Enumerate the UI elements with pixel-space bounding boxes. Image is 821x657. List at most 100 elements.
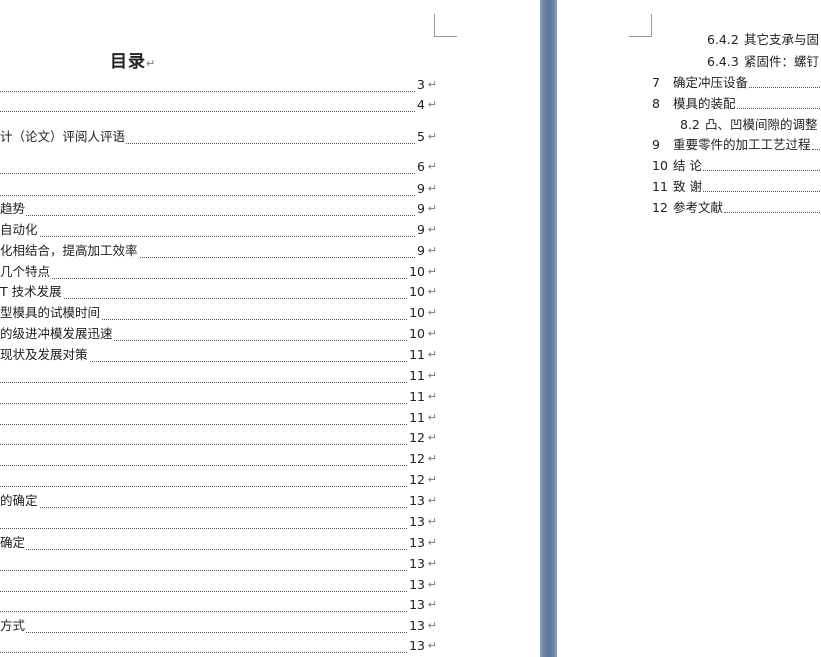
toc-page-number: 13 [408,493,425,508]
dot-leader [749,87,821,88]
toc-page-number: 4 [416,97,425,112]
paragraph-mark-icon: ↵ [427,327,437,340]
toc-page-number: 13 [408,535,425,550]
paragraph-mark-icon: ↵ [427,494,437,507]
paragraph-mark-icon: ↵ [427,202,437,215]
dot-leader [0,382,425,383]
toc-entry[interactable]: 11 ↵ [0,368,437,385]
toc-entry[interactable]: 13 ↵ [0,556,437,573]
toc-entry[interactable]: 型模具的试模时间 10 ↵ [0,305,437,322]
paragraph-mark-icon: ↵ [427,244,437,257]
toc-entry[interactable]: 计（论文）评阅人评语 5 ↵ [0,129,437,146]
paragraph-mark-icon: ↵ [427,390,437,403]
toc-entry[interactable]: 8.2 凸、凹模间隙的调整 [680,117,821,133]
toc-entry[interactable]: 6.4.2 其它支承与固 [707,32,821,48]
toc-entry-label: 参考文献 [673,200,724,215]
toc-entry[interactable]: 12 ↵ [0,451,437,468]
toc-entry[interactable]: 10 结 论 [652,158,821,174]
toc-entry-number: 6.4.2 [707,32,739,47]
toc-entry[interactable]: 趋势 9 ↵ [0,201,437,218]
toc-entry[interactable]: 4 ↵ [0,97,437,114]
toc-page-number: 10 [408,284,425,299]
toc-entry-label: 现状及发展对策 [0,347,89,362]
page-corner-mark [629,14,652,37]
toc-entry[interactable]: 的确定 13 ↵ [0,493,437,510]
toc-page-number: 13 [408,556,425,571]
toc-entry[interactable]: 13 ↵ [0,597,437,614]
toc-page-number: 9 [416,201,425,216]
toc-entry[interactable]: 13 ↵ [0,638,437,655]
toc-entry[interactable]: 8 模具的装配 [652,96,821,112]
paragraph-mark-icon: ↵ [427,536,437,549]
paragraph-mark-icon: ↵ [427,182,437,195]
toc-entry-number: 8 [652,96,660,111]
dot-leader [812,149,821,150]
toc-entry-label: 几个特点 [0,264,52,279]
toc-entry[interactable]: 12 参考文献 [652,200,821,216]
toc-entry-label: 趋势 [0,201,27,216]
dot-leader [0,611,425,612]
toc-page-number: 6 [416,159,425,174]
paragraph-mark-icon: ↵ [427,98,437,111]
toc-page-number: 11 [408,347,425,362]
toc-entry[interactable]: 13 ↵ [0,514,437,531]
toc-entry[interactable]: 9 ↵ [0,181,437,198]
dot-leader [0,298,425,299]
toc-entry[interactable]: 7 确定冲压设备 [652,75,821,91]
toc-entry-label: 确定 [0,535,27,550]
toc-entry-label: T 技术发展 [0,284,63,299]
dot-leader [724,212,821,213]
toc-entry[interactable]: 确定 13 ↵ [0,535,437,552]
dot-leader [737,108,821,109]
toc-entry-label: 凸、凹模间隙的调整 [705,117,818,132]
dot-leader [0,570,425,571]
toc-page-number: 13 [408,577,425,592]
paragraph-mark-icon: ↵ [427,285,437,298]
toc-entry[interactable]: 13 ↵ [0,577,437,594]
toc-entry[interactable]: 化相结合，提高加工效率 9 ↵ [0,243,437,260]
paragraph-mark-icon: ↵ [427,223,437,236]
toc-page-number: 12 [408,451,425,466]
toc-entry[interactable]: 12 ↵ [0,430,437,447]
paragraph-mark-icon: ↵ [427,348,437,361]
toc-entry[interactable]: 11 ↵ [0,389,437,406]
paragraph-mark-icon: ↵ [427,130,437,143]
toc-entry[interactable]: T 技术发展 10 ↵ [0,284,437,301]
toc-entry-label: 方式 [0,618,27,633]
paragraph-mark-icon: ↵ [427,473,437,486]
toc-title: 目录↵ [110,47,156,72]
toc-entry[interactable]: 12 ↵ [0,472,437,489]
paragraph-mark-icon: ↵ [427,639,437,652]
toc-entry[interactable]: 6.4.3 紧固件：螺钉 [707,54,821,70]
toc-entry-label: 的确定 [0,493,39,508]
document-page-right: 6.4.2 其它支承与固 6.4.3 紧固件：螺钉 7 确定冲压设备 8 模具的装配 8.2 凸、… [557,0,821,657]
toc-entry[interactable]: 11 致 谢 [652,179,821,195]
toc-entry[interactable]: 11 ↵ [0,410,437,427]
page-gap-divider [540,0,557,657]
paragraph-mark-icon: ↵ [146,57,157,70]
toc-page-number: 11 [408,389,425,404]
toc-entry[interactable]: 方式 13 ↵ [0,618,437,635]
dot-leader [0,403,425,404]
toc-entry-label: 重要零件的加工工艺过程 [673,137,811,152]
paragraph-mark-icon: ↵ [427,411,437,424]
toc-entry-label: 计（论文）评阅人评语 [0,129,127,144]
toc-entry[interactable]: 几个特点 10 ↵ [0,264,437,281]
toc-entry[interactable]: 自动化 9 ↵ [0,222,437,239]
toc-entry[interactable]: 6 ↵ [0,159,437,176]
paragraph-mark-icon: ↵ [427,431,437,444]
toc-page-number: 5 [416,129,425,144]
dot-leader [0,173,425,174]
dot-leader [0,632,425,633]
paragraph-mark-icon: ↵ [427,515,437,528]
dot-leader [0,278,425,279]
paragraph-mark-icon: ↵ [427,619,437,632]
paragraph-mark-icon: ↵ [427,306,437,319]
toc-entry[interactable]: 现状及发展对策 11 ↵ [0,347,437,364]
toc-entry[interactable]: 3 ↵ [0,77,437,94]
dot-leader [703,170,821,171]
toc-entry-number: 9 [652,137,660,152]
toc-entry[interactable]: 9 重要零件的加工工艺过程 [652,137,821,153]
dot-leader [0,528,425,529]
toc-entry[interactable]: 的级进冲模发展迅速 10 ↵ [0,326,437,343]
